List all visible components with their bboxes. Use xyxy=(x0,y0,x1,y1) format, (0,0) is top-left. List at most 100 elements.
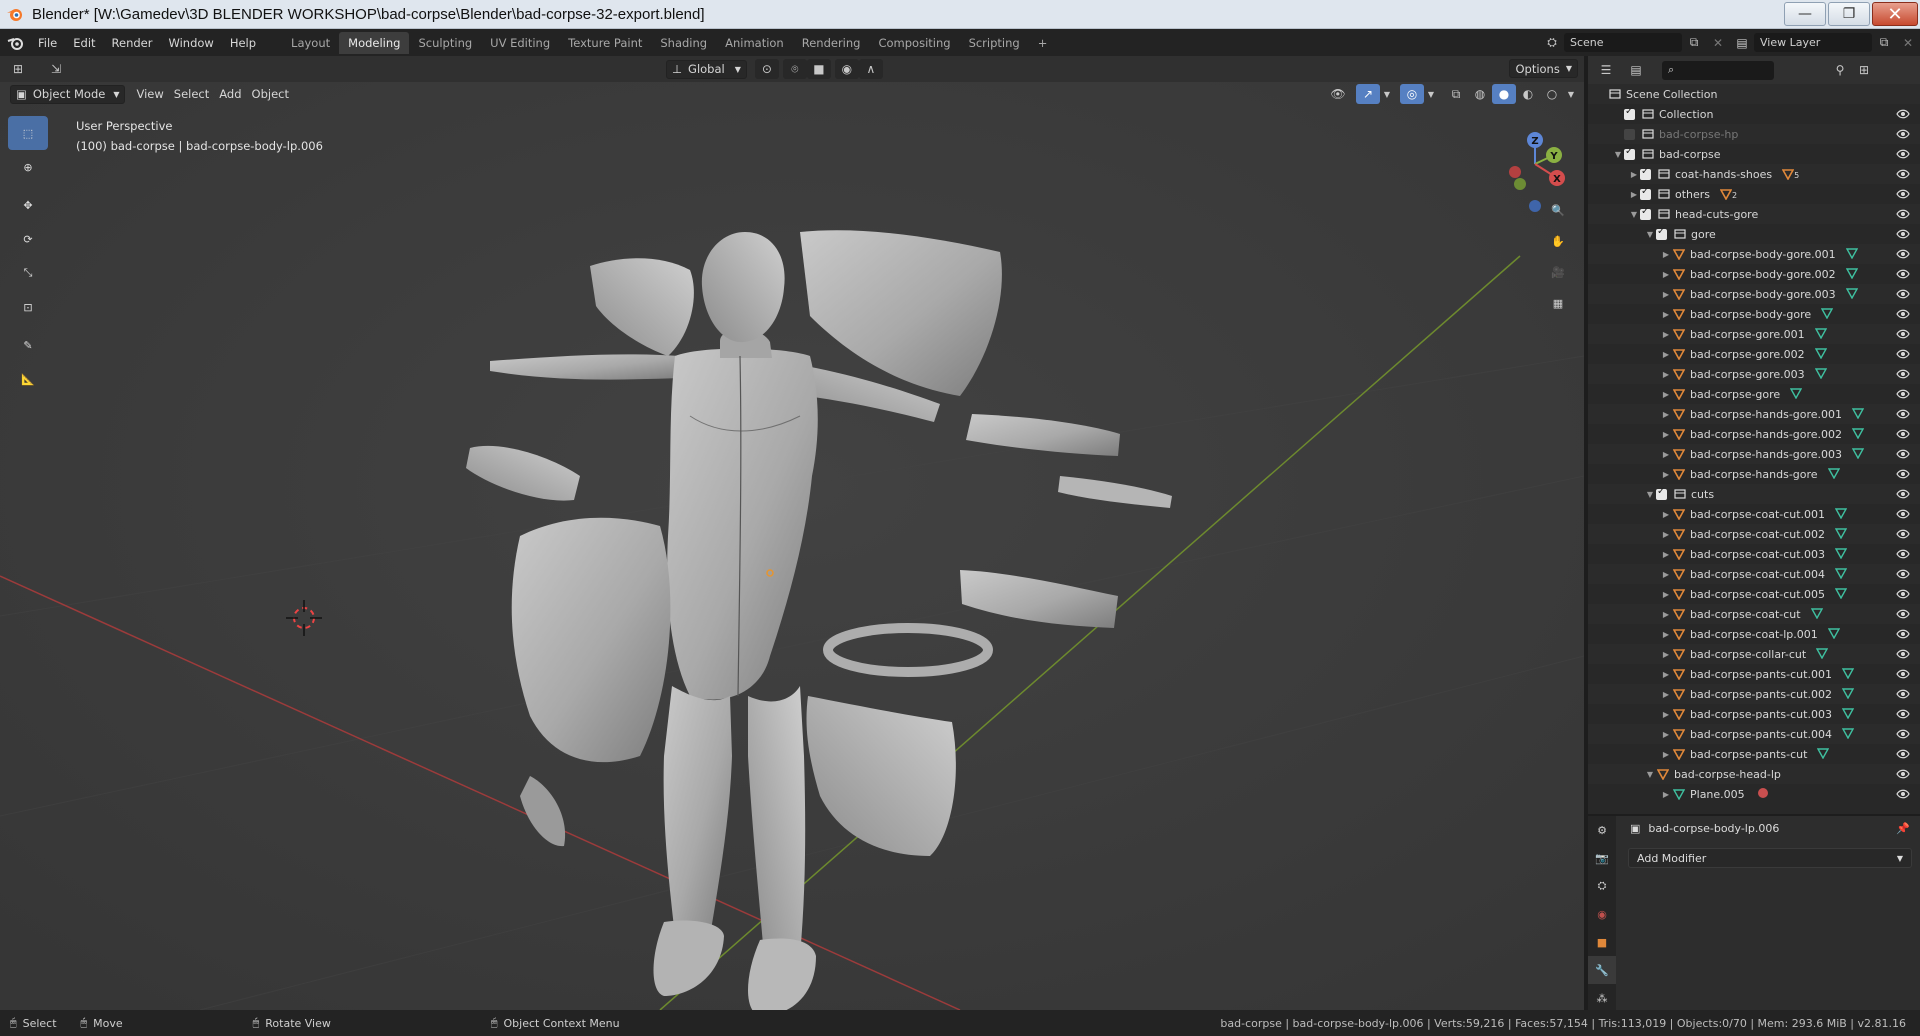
mesh-data-icon[interactable] xyxy=(1814,367,1827,382)
expand-arrow-icon[interactable]: ▼ xyxy=(1612,150,1624,159)
expand-arrow-icon[interactable]: ▼ xyxy=(1628,210,1640,219)
new-collection-icon[interactable]: ⊞ xyxy=(1852,60,1876,80)
visibility-eye-icon[interactable] xyxy=(1896,228,1910,243)
visibility-eye-icon[interactable] xyxy=(1896,568,1910,583)
visibility-eye-icon[interactable] xyxy=(1896,508,1910,523)
zoom-icon[interactable]: 🔍 xyxy=(1544,196,1572,224)
outliner-row[interactable]: ▶ bad-corpse-gore.003 xyxy=(1588,364,1920,384)
visibility-eye-icon[interactable] xyxy=(1896,188,1910,203)
solid-shading-icon[interactable]: ● xyxy=(1492,84,1516,104)
visibility-eye-icon[interactable] xyxy=(1896,168,1910,183)
menu-edit[interactable]: Edit xyxy=(65,36,103,50)
outliner-row[interactable]: ▶ bad-corpse-body-gore xyxy=(1588,304,1920,324)
xray-toggle-icon[interactable]: ⧉ xyxy=(1444,84,1468,104)
world-properties-icon[interactable]: ◉ xyxy=(1588,900,1616,928)
view-layer-icon[interactable]: ▤ xyxy=(1730,33,1754,53)
outliner-row[interactable]: ▶ bad-corpse-pants-cut.003 xyxy=(1588,704,1920,724)
tab-layout[interactable]: Layout xyxy=(282,32,339,54)
visibility-eye-icon[interactable] xyxy=(1896,468,1910,483)
mesh-data-icon[interactable] xyxy=(1827,627,1840,642)
collapse-arrow-icon[interactable]: ▶ xyxy=(1660,430,1672,439)
render-properties-icon[interactable]: 📷 xyxy=(1588,844,1616,872)
mesh-data-icon[interactable] xyxy=(1851,447,1865,462)
exclude-checkbox[interactable] xyxy=(1640,206,1651,220)
collapse-arrow-icon[interactable]: ▶ xyxy=(1660,550,1672,559)
collapse-arrow-icon[interactable]: ▶ xyxy=(1660,790,1672,799)
tab-texture-paint[interactable]: Texture Paint xyxy=(559,32,651,54)
exclude-checkbox[interactable] xyxy=(1640,166,1651,180)
scene-properties-icon[interactable]: ⛭ xyxy=(1588,872,1616,900)
visibility-eye-icon[interactable] xyxy=(1896,208,1910,223)
tab-scripting[interactable]: Scripting xyxy=(960,32,1029,54)
collapse-arrow-icon[interactable]: ▶ xyxy=(1660,530,1672,539)
show-gizmo-icon[interactable]: ↗ xyxy=(1356,84,1380,104)
menu-render[interactable]: Render xyxy=(104,36,161,50)
collapse-arrow-icon[interactable]: ▶ xyxy=(1660,290,1672,299)
outliner-row[interactable]: ▶ bad-corpse-gore.002 xyxy=(1588,344,1920,364)
outliner-row[interactable]: ▶ bad-corpse-coat-lp.001 xyxy=(1588,624,1920,644)
visibility-eye-icon[interactable] xyxy=(1896,708,1910,723)
collapse-arrow-icon[interactable]: ▶ xyxy=(1660,370,1672,379)
viewport-menu-select[interactable]: Select xyxy=(169,85,214,104)
expand-arrow-icon[interactable]: ▼ xyxy=(1644,230,1656,239)
falloff-icon[interactable]: ∧ xyxy=(858,59,883,79)
mesh-data-icon[interactable] xyxy=(1841,687,1855,702)
material-icon[interactable] xyxy=(1757,787,1769,802)
outliner-search-input[interactable]: ⌕ xyxy=(1662,60,1774,80)
view-layer-field[interactable]: View Layer xyxy=(1754,33,1872,52)
shading-dropdown-icon[interactable]: ▼ xyxy=(1564,84,1578,104)
visibility-eye-icon[interactable] xyxy=(1896,268,1910,283)
mesh-data-icon[interactable] xyxy=(1845,267,1858,282)
visibility-eye-icon[interactable] xyxy=(1896,448,1910,463)
menu-file[interactable]: File xyxy=(30,36,65,50)
mesh-data-icon[interactable] xyxy=(1834,527,1848,542)
tab-uv-editing[interactable]: UV Editing xyxy=(481,32,559,54)
collapse-arrow-icon[interactable]: ▶ xyxy=(1660,410,1672,419)
collapse-arrow-icon[interactable]: ▶ xyxy=(1660,250,1672,259)
mesh-data-icon[interactable] xyxy=(1841,707,1855,722)
mesh-data-icon[interactable] xyxy=(1845,247,1858,262)
outliner-row[interactable]: ▼ cuts xyxy=(1588,484,1920,504)
mesh-data-icon[interactable] xyxy=(1814,347,1827,362)
visibility-eye-icon[interactable] xyxy=(1896,388,1910,403)
tab-compositing[interactable]: Compositing xyxy=(869,32,959,54)
delete-view-layer-icon[interactable]: ✕ xyxy=(1896,33,1920,53)
annotate-tool-icon[interactable]: ✎ xyxy=(8,328,48,362)
outliner-row[interactable]: Collection xyxy=(1588,104,1920,124)
gizmo-dropdown-icon[interactable]: ▼ xyxy=(1380,84,1394,104)
mesh-data-icon[interactable] xyxy=(1851,407,1865,422)
tab-modeling[interactable]: Modeling xyxy=(339,31,410,54)
new-scene-icon[interactable]: ⧉ xyxy=(1682,33,1706,53)
tool-properties-icon[interactable]: ⚙ xyxy=(1588,816,1616,844)
close-button[interactable]: ✕ xyxy=(1872,2,1918,26)
outliner-row[interactable]: ▶ bad-corpse-body-gore.002 xyxy=(1588,264,1920,284)
camera-view-icon[interactable]: 🎥 xyxy=(1544,258,1572,286)
options-dropdown[interactable]: Options ▼ xyxy=(1509,59,1578,78)
menu-window[interactable]: Window xyxy=(160,36,221,50)
collapse-arrow-icon[interactable]: ▶ xyxy=(1660,650,1672,659)
outliner-row[interactable]: ▶ bad-corpse-pants-cut xyxy=(1588,744,1920,764)
visibility-eye-icon[interactable] xyxy=(1896,408,1910,423)
mesh-data-icon[interactable] xyxy=(1810,607,1823,622)
delete-scene-icon[interactable]: ✕ xyxy=(1706,33,1730,53)
outliner-row[interactable]: ▶ bad-corpse-pants-cut.004 xyxy=(1588,724,1920,744)
scene-selector-icon[interactable]: ⛭ xyxy=(1540,33,1564,53)
outliner-row[interactable]: ▶ bad-corpse-coat-cut xyxy=(1588,604,1920,624)
particles-properties-icon[interactable]: ⁂ xyxy=(1588,984,1616,1012)
visibility-eye-icon[interactable] xyxy=(1896,628,1910,643)
restore-button[interactable]: ❐ xyxy=(1828,2,1870,26)
viewport-menu-add[interactable]: Add xyxy=(214,85,246,104)
outliner-row[interactable]: ▶ bad-corpse-coat-cut.005 xyxy=(1588,584,1920,604)
exclude-checkbox[interactable] xyxy=(1656,486,1667,500)
add-workspace-button[interactable]: + xyxy=(1029,32,1057,54)
visibility-eye-icon[interactable] xyxy=(1896,548,1910,563)
tab-shading[interactable]: Shading xyxy=(651,32,716,54)
mesh-data-icon[interactable] xyxy=(1820,307,1834,322)
outliner-row[interactable]: ▶ bad-corpse-coat-cut.003 xyxy=(1588,544,1920,564)
visibility-eye-icon[interactable] xyxy=(1896,128,1910,143)
outliner-editor-type-icon[interactable]: ☰ xyxy=(1594,60,1618,80)
outliner-row[interactable]: ▶ bad-corpse-coat-cut.004 xyxy=(1588,564,1920,584)
pan-hand-icon[interactable]: ✋ xyxy=(1544,227,1572,255)
show-overlays-icon[interactable]: ◎ xyxy=(1400,84,1424,104)
mesh-data-icon[interactable] xyxy=(1841,727,1855,742)
